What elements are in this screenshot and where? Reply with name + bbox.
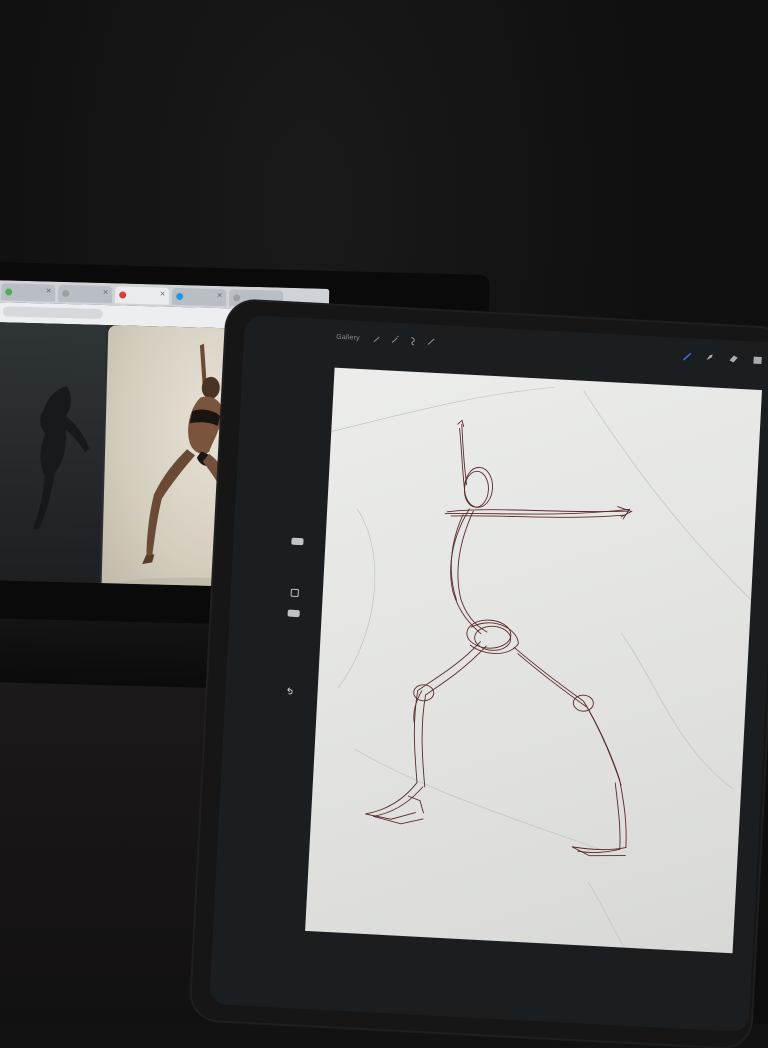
eraser-icon[interactable] bbox=[727, 352, 740, 365]
browser-tab[interactable]: × bbox=[1, 283, 56, 302]
ipad-screen: Gallery bbox=[209, 314, 768, 1033]
opacity-slider[interactable] bbox=[287, 609, 300, 618]
gallery-button[interactable]: Gallery bbox=[336, 334, 360, 342]
tab-favicon-icon bbox=[119, 291, 127, 299]
smudge-icon[interactable] bbox=[703, 351, 716, 364]
close-icon[interactable]: × bbox=[46, 285, 52, 295]
browser-tab-active[interactable]: × bbox=[114, 286, 170, 305]
brush-icon[interactable] bbox=[681, 350, 694, 363]
ipad-tablet: Gallery bbox=[190, 300, 768, 1048]
close-icon[interactable]: × bbox=[103, 287, 109, 297]
tab-favicon-icon bbox=[62, 289, 70, 298]
wrench-icon[interactable] bbox=[372, 334, 383, 345]
thumbnail-figure-silhouette bbox=[33, 386, 90, 530]
procreate-sidebar bbox=[281, 537, 305, 738]
browser-tab[interactable]: × bbox=[57, 284, 113, 304]
gesture-sketch bbox=[331, 386, 752, 948]
selection-icon[interactable] bbox=[408, 335, 419, 346]
tab-favicon-icon bbox=[5, 288, 13, 296]
modify-button-icon[interactable] bbox=[290, 588, 301, 599]
undo-icon[interactable] bbox=[284, 686, 295, 697]
url-field[interactable] bbox=[2, 306, 103, 319]
close-icon[interactable]: × bbox=[217, 290, 223, 300]
close-icon[interactable]: × bbox=[160, 288, 166, 298]
tab-favicon-icon bbox=[176, 292, 184, 301]
transform-icon[interactable] bbox=[426, 336, 437, 347]
drawing-canvas[interactable] bbox=[305, 367, 763, 954]
browser-tab[interactable]: × bbox=[171, 287, 227, 307]
layers-icon[interactable] bbox=[751, 353, 764, 366]
photo-scene: × × × × Gallery bbox=[0, 0, 768, 1048]
magic-wand-icon[interactable] bbox=[390, 335, 401, 346]
brush-size-slider[interactable] bbox=[291, 537, 304, 546]
reference-thumbnail[interactable] bbox=[0, 322, 107, 583]
